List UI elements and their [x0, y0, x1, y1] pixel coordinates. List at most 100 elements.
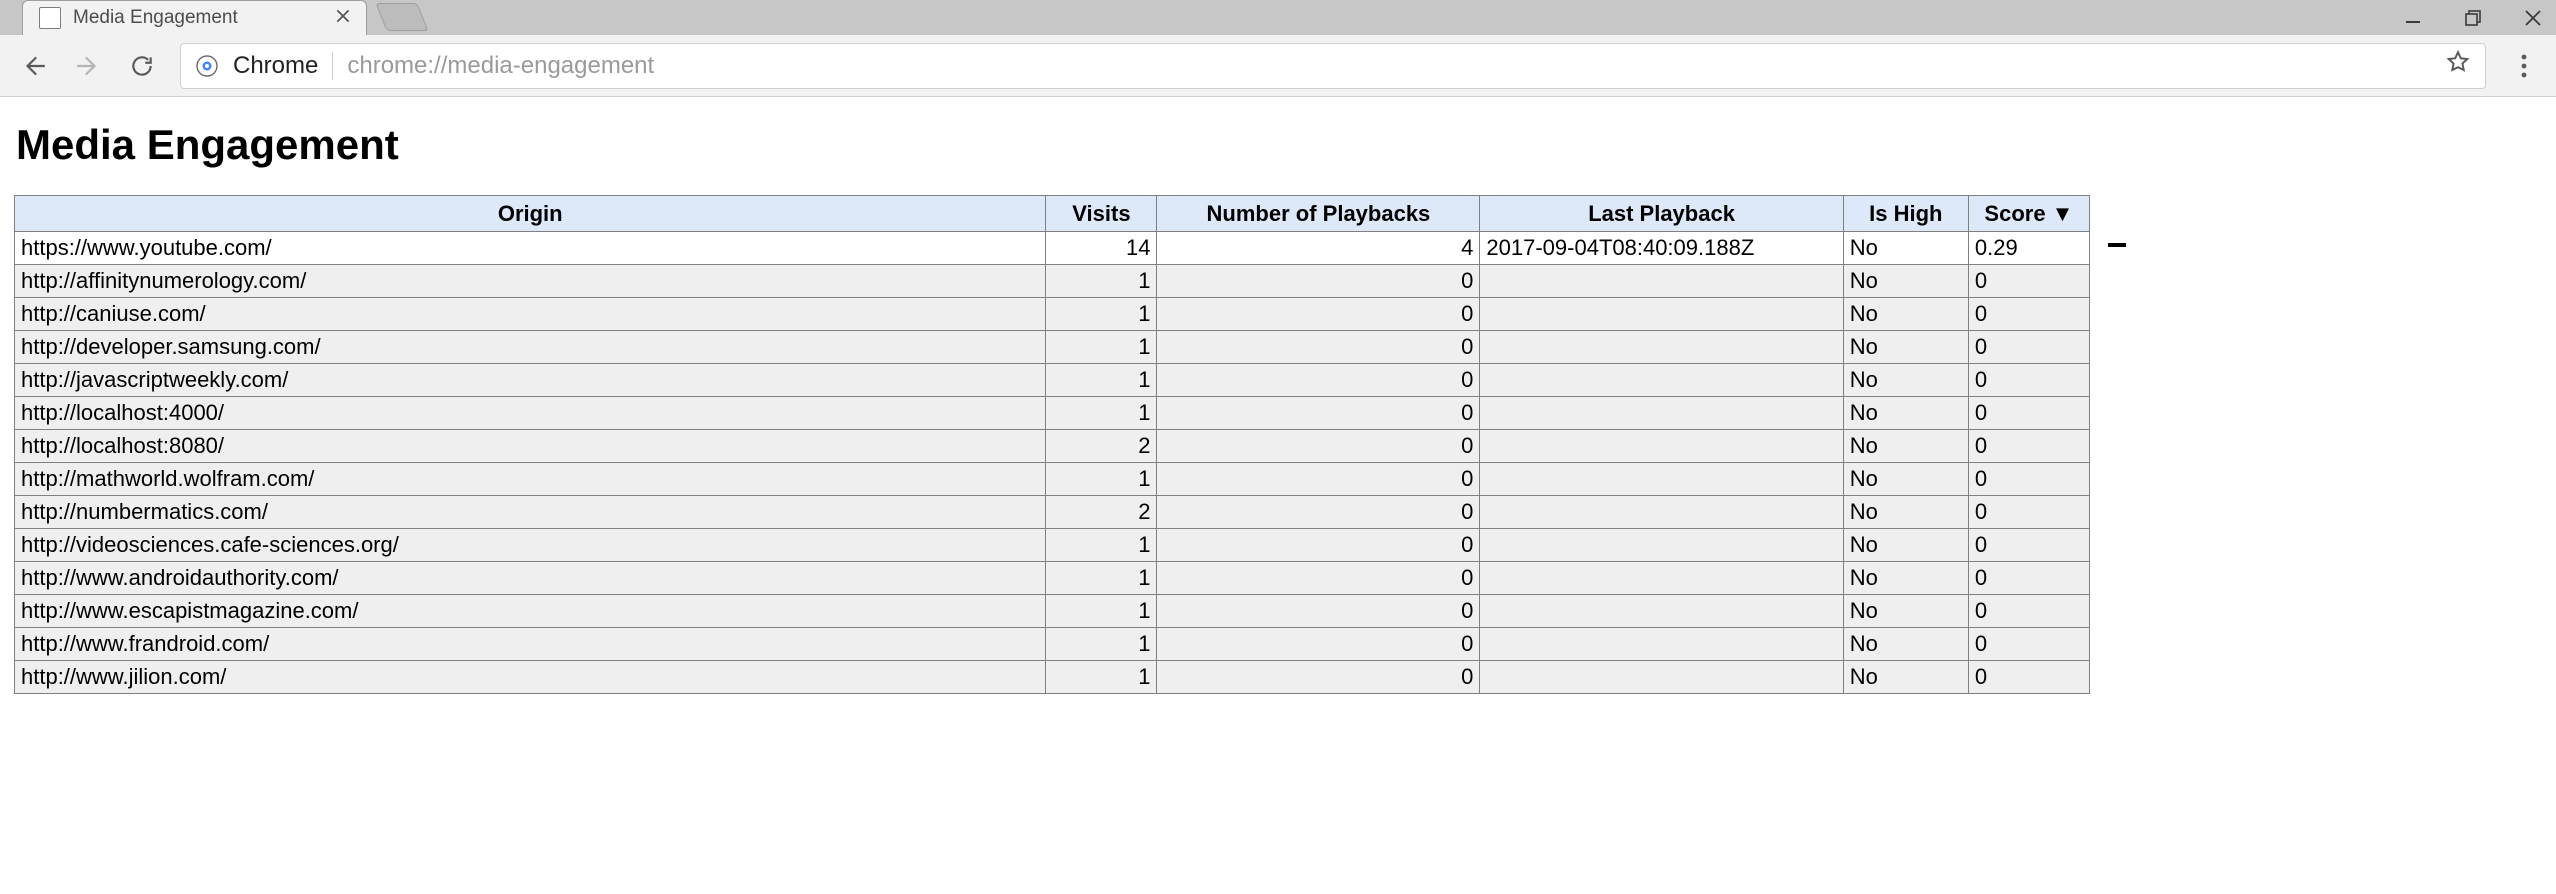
cell-is-high: No	[1843, 595, 1968, 628]
table-row: http://affinitynumerology.com/10No0	[15, 265, 2090, 298]
cell-playbacks: 0	[1157, 331, 1480, 364]
cell-visits: 1	[1046, 562, 1157, 595]
browser-chrome: Media Engagement	[0, 0, 2556, 97]
window-controls	[2400, 0, 2546, 35]
table-row: https://www.youtube.com/1442017-09-04T08…	[15, 232, 2090, 265]
browser-menu-button[interactable]	[2508, 50, 2540, 82]
cell-visits: 1	[1046, 331, 1157, 364]
cell-score: 0	[1968, 265, 2089, 298]
cell-origin: http://www.androidauthority.com/	[15, 562, 1046, 595]
cell-score: 0	[1968, 529, 2089, 562]
cell-origin: http://localhost:8080/	[15, 430, 1046, 463]
nav-forward-button[interactable]	[72, 50, 104, 82]
cell-playbacks: 0	[1157, 298, 1480, 331]
cell-visits: 1	[1046, 265, 1157, 298]
page-content: Media Engagement Origin Visits Number of…	[0, 97, 2556, 694]
address-bar[interactable]: Chrome chrome://media-engagement	[180, 43, 2486, 89]
cell-playbacks: 0	[1157, 529, 1480, 562]
table-row: http://javascriptweekly.com/10No0	[15, 364, 2090, 397]
cell-is-high: No	[1843, 331, 1968, 364]
cell-score: 0	[1968, 397, 2089, 430]
cell-playbacks: 0	[1157, 430, 1480, 463]
cell-playbacks: 0	[1157, 265, 1480, 298]
col-header-last[interactable]: Last Playback	[1480, 196, 1843, 232]
cell-score: 0	[1968, 430, 2089, 463]
cell-playbacks: 0	[1157, 496, 1480, 529]
col-header-high[interactable]: Is High	[1843, 196, 1968, 232]
cell-visits: 1	[1046, 595, 1157, 628]
cell-origin: http://www.jilion.com/	[15, 661, 1046, 694]
browser-tab[interactable]: Media Engagement	[22, 0, 367, 35]
table-row: http://numbermatics.com/20No0	[15, 496, 2090, 529]
tab-close-button[interactable]	[334, 7, 352, 30]
cell-is-high: No	[1843, 397, 1968, 430]
text-caret-icon	[2108, 243, 2126, 247]
cell-origin: http://caniuse.com/	[15, 298, 1046, 331]
url-scheme-label: Chrome	[233, 52, 333, 80]
cell-visits: 1	[1046, 628, 1157, 661]
cell-origin: http://mathworld.wolfram.com/	[15, 463, 1046, 496]
cell-playbacks: 0	[1157, 562, 1480, 595]
table-row: http://www.frandroid.com/10No0	[15, 628, 2090, 661]
cell-last-playback	[1480, 298, 1843, 331]
cell-last-playback	[1480, 397, 1843, 430]
cell-is-high: No	[1843, 298, 1968, 331]
bookmark-star-icon[interactable]	[2445, 49, 2471, 82]
cell-score: 0	[1968, 364, 2089, 397]
window-restore-button[interactable]	[2460, 5, 2486, 31]
cell-is-high: No	[1843, 628, 1968, 661]
cell-score: 0	[1968, 496, 2089, 529]
cell-score: 0	[1968, 463, 2089, 496]
table-body: https://www.youtube.com/1442017-09-04T08…	[15, 232, 2090, 694]
cell-is-high: No	[1843, 496, 1968, 529]
cell-last-playback	[1480, 661, 1843, 694]
window-minimize-button[interactable]	[2400, 5, 2426, 31]
toolbar: Chrome chrome://media-engagement	[0, 35, 2556, 97]
window-close-button[interactable]	[2520, 5, 2546, 31]
cell-last-playback	[1480, 430, 1843, 463]
col-header-score[interactable]: Score ▼	[1968, 196, 2089, 232]
nav-back-button[interactable]	[18, 50, 50, 82]
cell-visits: 1	[1046, 529, 1157, 562]
cell-last-playback	[1480, 595, 1843, 628]
cell-is-high: No	[1843, 232, 1968, 265]
cell-playbacks: 0	[1157, 364, 1480, 397]
cell-is-high: No	[1843, 562, 1968, 595]
new-tab-button[interactable]	[375, 3, 428, 31]
table-row: http://caniuse.com/10No0	[15, 298, 2090, 331]
url-text: chrome://media-engagement	[347, 52, 2431, 80]
cell-visits: 1	[1046, 463, 1157, 496]
table-row: http://mathworld.wolfram.com/10No0	[15, 463, 2090, 496]
col-header-visits[interactable]: Visits	[1046, 196, 1157, 232]
cell-playbacks: 0	[1157, 397, 1480, 430]
cell-score: 0	[1968, 562, 2089, 595]
cell-score: 0	[1968, 628, 2089, 661]
media-engagement-table: Origin Visits Number of Playbacks Last P…	[14, 195, 2090, 694]
tab-title: Media Engagement	[73, 7, 322, 29]
cell-visits: 1	[1046, 298, 1157, 331]
table-row: http://localhost:4000/10No0	[15, 397, 2090, 430]
cell-is-high: No	[1843, 529, 1968, 562]
cell-origin: http://javascriptweekly.com/	[15, 364, 1046, 397]
cell-last-playback	[1480, 628, 1843, 661]
cell-visits: 2	[1046, 430, 1157, 463]
table-row: http://www.escapistmagazine.com/10No0	[15, 595, 2090, 628]
table-header-row: Origin Visits Number of Playbacks Last P…	[15, 196, 2090, 232]
cell-playbacks: 0	[1157, 595, 1480, 628]
page-title: Media Engagement	[16, 121, 2542, 169]
cell-last-playback	[1480, 364, 1843, 397]
cell-score: 0	[1968, 298, 2089, 331]
cell-last-playback: 2017-09-04T08:40:09.188Z	[1480, 232, 1843, 265]
col-header-playbacks[interactable]: Number of Playbacks	[1157, 196, 1480, 232]
cell-score: 0	[1968, 661, 2089, 694]
page-favicon-icon	[39, 7, 61, 29]
cell-is-high: No	[1843, 364, 1968, 397]
cell-origin: http://localhost:4000/	[15, 397, 1046, 430]
site-info-icon[interactable]	[195, 54, 219, 78]
titlebar: Media Engagement	[0, 0, 2556, 35]
nav-reload-button[interactable]	[126, 50, 158, 82]
cell-score: 0	[1968, 331, 2089, 364]
col-header-origin[interactable]: Origin	[15, 196, 1046, 232]
cell-score: 0.29	[1968, 232, 2089, 265]
cell-origin: http://www.escapistmagazine.com/	[15, 595, 1046, 628]
